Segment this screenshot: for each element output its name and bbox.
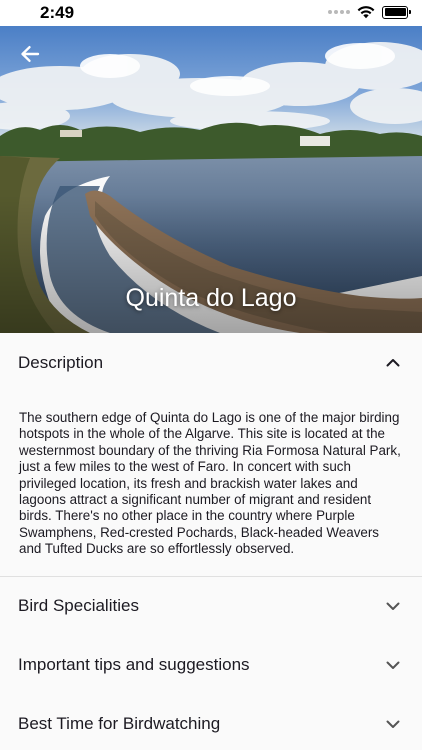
panel-body-description: The southern edge of Quinta do Lago is o… [0, 392, 422, 577]
chevron-up-icon [386, 356, 400, 370]
back-button[interactable] [16, 42, 44, 66]
battery-icon [382, 5, 411, 19]
wifi-icon [357, 6, 375, 19]
chevron-down-icon [386, 717, 400, 731]
panel-title: Important tips and suggestions [18, 655, 250, 675]
panel-description: Description The southern edge of Quinta … [0, 333, 422, 577]
panel-title: Best Time for Birdwatching [18, 714, 221, 734]
signal-dots-icon [328, 10, 350, 14]
chevron-down-icon [386, 599, 400, 613]
status-bar: 2:49 [0, 0, 422, 26]
status-time: 2:49 [40, 3, 75, 22]
panel-header-important-tips[interactable]: Important tips and suggestions [0, 636, 422, 695]
panel-header-best-time[interactable]: Best Time for Birdwatching [0, 695, 422, 750]
panel-header-description[interactable]: Description [0, 333, 422, 392]
arrow-back-icon [21, 46, 40, 62]
hero-image: Quinta do Lago [0, 26, 422, 333]
screen: 2:49 Quinta do Lago Description The sout… [0, 0, 422, 750]
content: Description The southern edge of Quinta … [0, 333, 422, 750]
panel-title: Description [18, 352, 104, 372]
panel-header-bird-specialities[interactable]: Bird Specialities [0, 577, 422, 636]
status-icons [328, 5, 411, 19]
page-title: Quinta do Lago [125, 284, 297, 312]
description-text: The southern edge of Quinta do Lago is o… [19, 410, 401, 557]
chevron-down-icon [386, 658, 400, 672]
panel-title: Bird Specialities [18, 596, 139, 616]
